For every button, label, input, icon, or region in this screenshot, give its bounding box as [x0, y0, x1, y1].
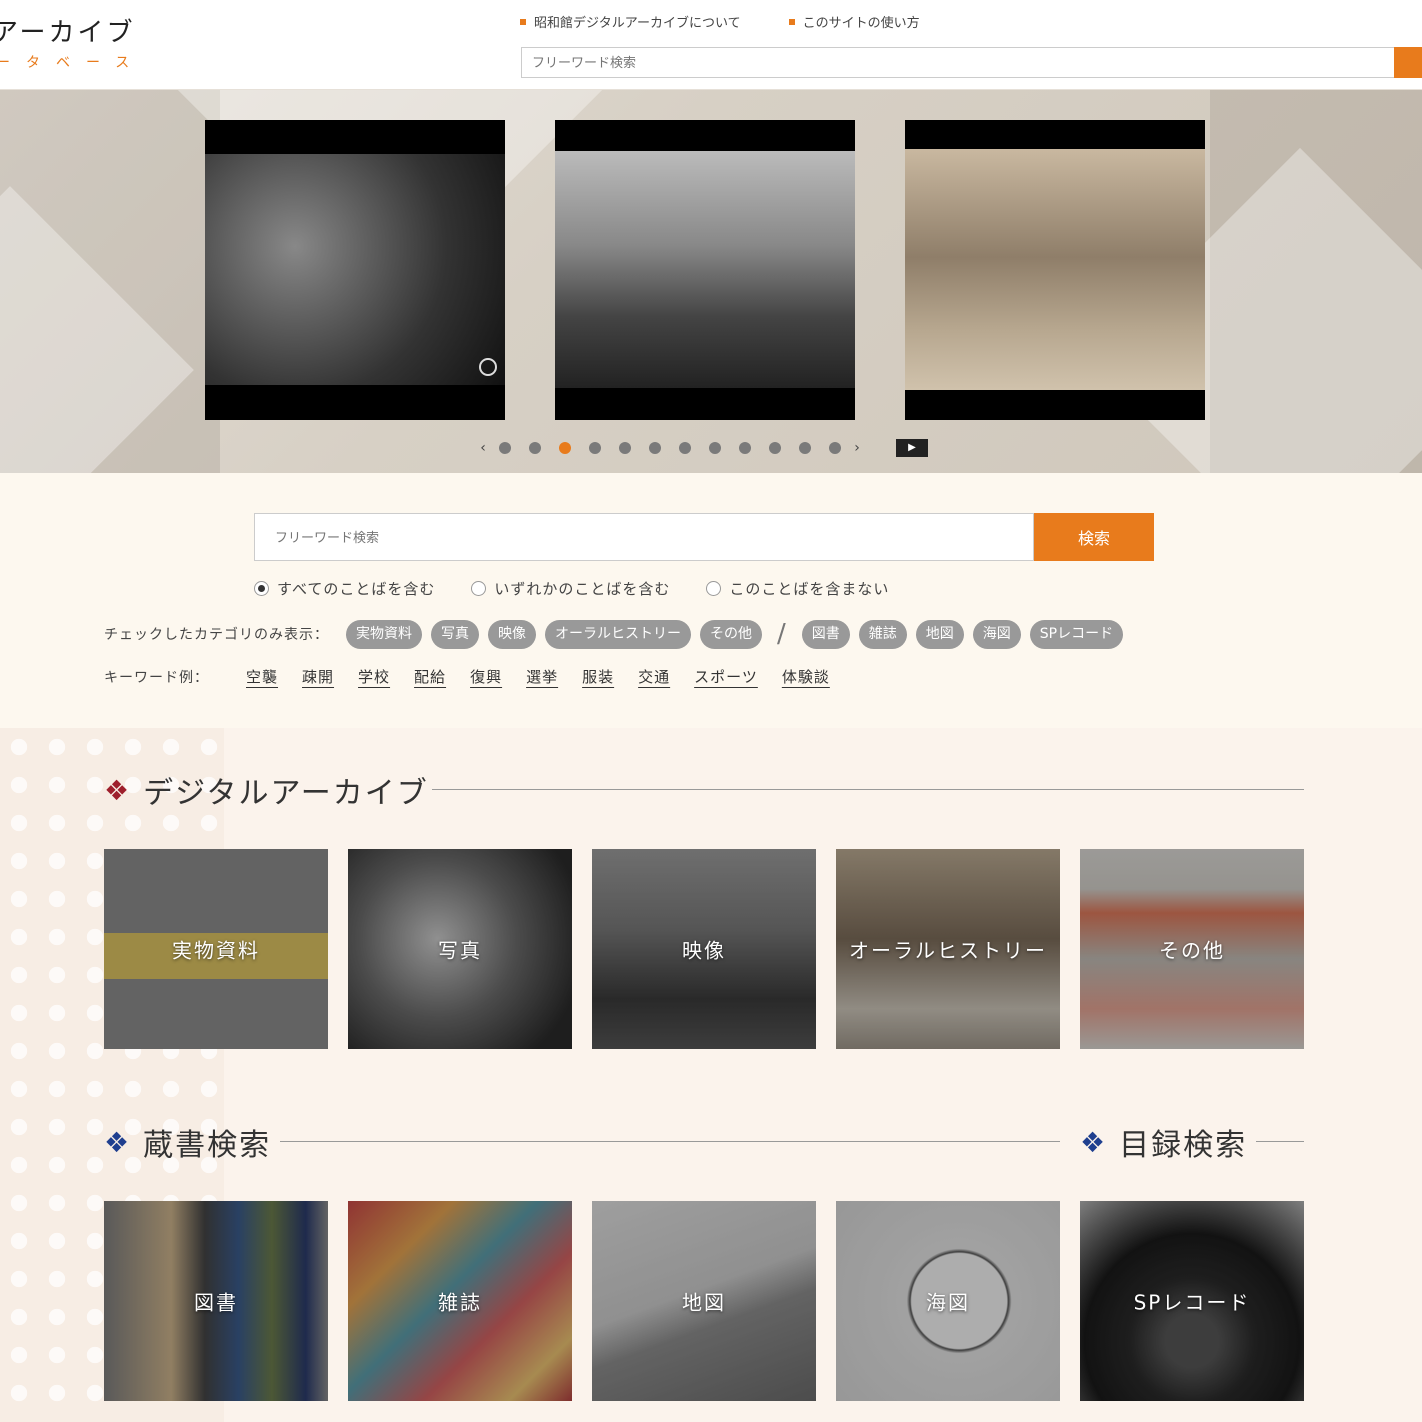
nav-about-link[interactable]: 昭和館デジタルアーカイブについて	[520, 12, 741, 31]
slide-photo	[905, 149, 1205, 390]
keyword-examples-label: キーワード例：	[104, 669, 209, 686]
keyword-link[interactable]: 服装	[582, 666, 614, 687]
radio-exclude-words[interactable]: このことばを含まない	[706, 578, 889, 599]
radio-all-words[interactable]: すべてのことばを含む	[254, 578, 435, 599]
library-tile-charts[interactable]: 海図	[836, 1201, 1060, 1401]
header-search-input[interactable]	[521, 47, 1395, 78]
archive-tile-oral-history[interactable]: オーラルヒストリー	[836, 849, 1060, 1049]
radio-checked-icon	[254, 581, 269, 596]
category-pill[interactable]: その他	[700, 619, 762, 649]
diamond-icon: ❖	[1080, 1125, 1108, 1159]
content-sections: ❖ デジタルアーカイブ 実物資料 写真 映像 オーラルヒストリー その他 ❖ 蔵…	[0, 728, 1422, 1422]
keyword-link[interactable]: 疎開	[302, 666, 334, 687]
slider-dot[interactable]	[589, 442, 601, 454]
tile-label: その他	[1159, 938, 1225, 963]
slide-image[interactable]	[905, 120, 1205, 420]
section-divider	[432, 789, 1304, 790]
slide-image[interactable]	[555, 120, 855, 420]
keyword-examples: キーワード例： 空襲 疎開 学校 配給 復興 選挙 服装 交通 スポーツ 体験談	[104, 666, 854, 687]
slider-dot[interactable]	[679, 442, 691, 454]
category-separator: /	[777, 619, 787, 649]
archive-tile-photos[interactable]: 写真	[348, 849, 572, 1049]
play-icon[interactable]: ▶	[896, 439, 928, 457]
keyword-link[interactable]: 交通	[638, 666, 670, 687]
search-mode-options: すべてのことばを含む いずれかのことばを含む このことばを含まない	[254, 578, 889, 599]
library-tile-maps[interactable]: 地図	[592, 1201, 816, 1401]
square-bullet-icon	[520, 18, 526, 25]
category-pill[interactable]: SPレコード	[1029, 619, 1124, 649]
chevron-right-icon[interactable]: ›	[850, 440, 864, 456]
header-search-button[interactable]	[1394, 47, 1422, 78]
square-bullet-icon	[788, 18, 795, 25]
tile-label: 雑誌	[438, 1290, 482, 1315]
slide-image[interactable]	[205, 120, 505, 420]
category-pill[interactable]: 実物資料	[346, 619, 422, 649]
section-divider	[280, 1141, 1060, 1142]
stamp-icon	[479, 358, 497, 376]
category-filter: チェックしたカテゴリのみ表示： 実物資料 写真 映像 オーラルヒストリー その他…	[104, 619, 1124, 649]
slider-dot[interactable]	[559, 442, 571, 454]
tile-label: 実物資料	[172, 938, 260, 963]
category-pill[interactable]: 写真	[431, 619, 479, 649]
hero-slider: ‹ › ▶	[0, 90, 1422, 473]
radio-unchecked-icon	[706, 581, 722, 596]
radio-any-words[interactable]: いずれかのことばを含む	[471, 578, 670, 599]
nav-howto-link[interactable]: このサイトの使い方	[788, 12, 920, 31]
tile-label: 図書	[194, 1290, 238, 1315]
category-pill[interactable]: 雑誌	[858, 619, 907, 649]
keyword-link[interactable]: 選挙	[526, 666, 558, 687]
keyword-link[interactable]: 空襲	[246, 666, 278, 687]
category-filter-label: チェックしたカテゴリのみ表示：	[104, 627, 329, 643]
slider-dot[interactable]	[529, 442, 541, 454]
slider-pager: ‹ ›	[476, 440, 864, 456]
search-button[interactable]: 検索	[1034, 513, 1154, 561]
keyword-link[interactable]: スポーツ	[694, 666, 758, 687]
site-logo-title[interactable]: アーカイブ	[0, 12, 135, 49]
section-title-catalog-search: ❖ 目録検索	[1080, 1125, 1248, 1164]
slide-photo	[555, 151, 855, 388]
slider-dot[interactable]	[709, 442, 721, 454]
search-input[interactable]	[254, 513, 1034, 561]
section-title-library-search: ❖ 蔵書検索	[104, 1125, 272, 1164]
slide-photo	[205, 154, 505, 385]
section-divider	[1256, 1141, 1304, 1142]
chevron-left-icon[interactable]: ‹	[476, 440, 490, 456]
keyword-link[interactable]: 配給	[414, 666, 446, 687]
slider-dot[interactable]	[649, 442, 661, 454]
library-tile-books[interactable]: 図書	[104, 1201, 328, 1401]
top-nav: 昭和館デジタルアーカイブについて このサイトの使い方	[520, 12, 920, 31]
diamond-icon: ❖	[104, 773, 132, 807]
radio-unchecked-icon	[471, 581, 487, 596]
slider-dot[interactable]	[769, 442, 781, 454]
archive-tile-video[interactable]: 映像	[592, 849, 816, 1049]
archive-tile-artifacts[interactable]: 実物資料	[104, 849, 328, 1049]
tile-label: 写真	[438, 938, 482, 963]
catalog-tile-sp-records[interactable]: SPレコード	[1080, 1201, 1304, 1401]
slider-dot[interactable]	[499, 442, 511, 454]
category-pill[interactable]: オーラルヒストリー	[545, 619, 691, 649]
keyword-link[interactable]: 体験談	[782, 666, 830, 687]
slider-dot[interactable]	[739, 442, 751, 454]
keyword-link[interactable]: 学校	[358, 666, 390, 687]
archive-tile-other[interactable]: その他	[1080, 849, 1304, 1049]
tile-label: SPレコード	[1133, 1290, 1251, 1315]
keyword-link[interactable]: 復興	[470, 666, 502, 687]
category-pill[interactable]: 図書	[801, 619, 850, 649]
tile-label: 映像	[682, 938, 726, 963]
tile-label: オーラルヒストリー	[849, 938, 1047, 963]
tile-label: 地図	[682, 1290, 726, 1315]
category-pill[interactable]: 地図	[915, 619, 964, 649]
section-title-digital-archive: ❖ デジタルアーカイブ	[104, 773, 429, 812]
slider-dot[interactable]	[619, 442, 631, 454]
library-tile-magazines[interactable]: 雑誌	[348, 1201, 572, 1401]
slider-dot[interactable]	[799, 442, 811, 454]
site-logo-subtitle[interactable]: ータベース	[0, 52, 145, 72]
slider-dot[interactable]	[829, 442, 841, 454]
category-pill[interactable]: 海図	[972, 619, 1021, 649]
category-pill[interactable]: 映像	[488, 619, 536, 649]
diamond-icon: ❖	[104, 1125, 132, 1159]
site-header: アーカイブ ータベース 昭和館デジタルアーカイブについて このサイトの使い方	[0, 0, 1422, 90]
search-panel: 検索 すべてのことばを含む いずれかのことばを含む このことばを含まない チェッ…	[0, 473, 1422, 728]
tile-label: 海図	[926, 1290, 970, 1315]
